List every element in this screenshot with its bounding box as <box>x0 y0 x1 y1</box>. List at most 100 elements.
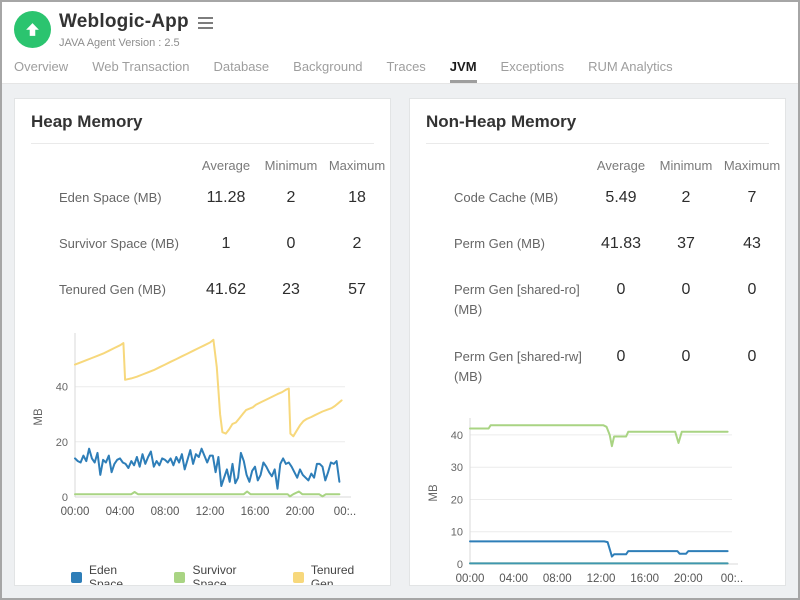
tab-traces[interactable]: Traces <box>387 59 426 83</box>
non-heap-memory-chart: 0 10 20 30 40 00:00 04:00 08:00 12:00 16:00 20:00 0… <box>426 414 769 586</box>
non-heap-memory-panel: Non-Heap Memory Average Minimum Maximum … <box>409 98 786 586</box>
tab-bar: Overview Web Transaction Database Backgr… <box>2 49 798 84</box>
metric-maximum: 7 <box>719 188 785 208</box>
metric-average: 5.49 <box>589 188 653 208</box>
legend-item-tenured-gen[interactable]: Tenured Gen <box>293 563 374 586</box>
heap-memory-panel: Heap Memory Average Minimum Maximum Eden… <box>14 98 391 586</box>
table-row: Perm Gen (MB) 41.83 37 43 <box>426 221 785 267</box>
svg-text:00:..: 00:.. <box>721 573 743 585</box>
metric-average: 41.62 <box>194 280 258 300</box>
metric-minimum: 37 <box>653 234 719 254</box>
metric-maximum: 0 <box>719 347 785 367</box>
column-header-average: Average <box>194 158 258 173</box>
divider <box>31 143 374 144</box>
svg-text:00:00: 00:00 <box>456 573 485 585</box>
legend-label: Tenured Gen <box>311 563 374 586</box>
app-window: Weblogic-App JAVA Agent Version : 2.5 Ov… <box>0 0 800 600</box>
legend-item-eden-space[interactable]: Eden Space <box>71 563 148 586</box>
svg-text:30: 30 <box>451 462 463 474</box>
column-header-minimum: Minimum <box>258 158 324 173</box>
survivor-space-swatch <box>174 572 185 583</box>
divider <box>426 143 769 144</box>
metric-label: Perm Gen (MB) <box>426 234 589 254</box>
menu-icon[interactable] <box>198 15 213 29</box>
tab-jvm[interactable]: JVM <box>450 59 477 83</box>
svg-text:12:00: 12:00 <box>196 506 225 518</box>
status-up-icon <box>14 11 51 48</box>
svg-text:20: 20 <box>56 437 68 449</box>
metric-maximum: 57 <box>324 280 390 300</box>
svg-text:16:00: 16:00 <box>241 506 270 518</box>
metric-average: 41.83 <box>589 234 653 254</box>
legend-label: Eden Space <box>89 563 148 586</box>
metric-minimum: 23 <box>258 280 324 300</box>
metric-average: 0 <box>589 280 653 300</box>
legend-item-survivor-space[interactable]: Survivor Space <box>174 563 266 586</box>
tab-exceptions[interactable]: Exceptions <box>501 59 565 83</box>
table-row: Tenured Gen (MB) 41.62 23 57 <box>31 267 390 313</box>
metric-maximum: 0 <box>719 280 785 300</box>
tab-database[interactable]: Database <box>214 59 270 83</box>
metric-average: 1 <box>194 234 258 254</box>
non-heap-chart-canvas: 0 10 20 30 40 00:00 04:00 08:00 12:00 16:00 20:00 0… <box>426 414 752 586</box>
svg-text:0: 0 <box>457 559 463 571</box>
svg-text:04:00: 04:00 <box>106 506 135 518</box>
column-header-minimum: Minimum <box>653 158 719 173</box>
metric-label: Eden Space (MB) <box>31 188 194 208</box>
column-header-maximum: Maximum <box>719 158 785 173</box>
svg-text:08:00: 08:00 <box>151 506 180 518</box>
svg-text:00:..: 00:.. <box>334 506 356 518</box>
tab-web-transaction[interactable]: Web Transaction <box>92 59 189 83</box>
metric-average: 0 <box>589 347 653 367</box>
svg-text:20:00: 20:00 <box>286 506 315 518</box>
heap-metric-table: Average Minimum Maximum Eden Space (MB) … <box>31 150 390 313</box>
metric-minimum: 0 <box>653 280 719 300</box>
table-row: Perm Gen [shared-ro] (MB) 0 0 0 <box>426 267 785 333</box>
eden-space-swatch <box>71 572 82 583</box>
metric-maximum: 2 <box>324 234 390 254</box>
table-row: Eden Space (MB) 11.28 2 18 <box>31 175 390 221</box>
metric-minimum: 2 <box>653 188 719 208</box>
heap-memory-chart: 0 20 40 00:00 04:00 08:00 12:00 16:00 20:00 00:..… <box>31 327 374 523</box>
metric-minimum: 0 <box>653 347 719 367</box>
metric-minimum: 0 <box>258 234 324 254</box>
svg-text:08:00: 08:00 <box>543 573 572 585</box>
column-header-average: Average <box>589 158 653 173</box>
app-header: Weblogic-App JAVA Agent Version : 2.5 <box>2 2 798 49</box>
tab-background[interactable]: Background <box>293 59 362 83</box>
svg-text:16:00: 16:00 <box>630 573 659 585</box>
metric-label: Perm Gen [shared-ro] (MB) <box>426 280 589 320</box>
svg-text:40: 40 <box>451 430 463 442</box>
column-header-maximum: Maximum <box>324 158 390 173</box>
panel-title: Non-Heap Memory <box>426 112 769 132</box>
svg-text:20: 20 <box>451 494 463 506</box>
svg-text:MB: MB <box>33 408 45 426</box>
metric-label: Code Cache (MB) <box>426 188 589 208</box>
metric-maximum: 43 <box>719 234 785 254</box>
metric-label: Perm Gen [shared-rw] (MB) <box>426 347 589 387</box>
metric-maximum: 18 <box>324 188 390 208</box>
tab-rum-analytics[interactable]: RUM Analytics <box>588 59 673 83</box>
metric-minimum: 2 <box>258 188 324 208</box>
panel-title: Heap Memory <box>31 112 374 132</box>
heap-chart-legend: Eden Space Survivor Space Tenured Gen <box>71 563 374 586</box>
heap-chart-canvas: 0 20 40 00:00 04:00 08:00 12:00 16:00 20:00 00:..… <box>31 327 365 523</box>
metric-label: Tenured Gen (MB) <box>31 280 194 300</box>
table-row: Survivor Space (MB) 1 0 2 <box>31 221 390 267</box>
tenured-gen-swatch <box>293 572 304 583</box>
svg-text:20:00: 20:00 <box>674 573 703 585</box>
content-area: Heap Memory Average Minimum Maximum Eden… <box>2 84 798 598</box>
svg-text:12:00: 12:00 <box>587 573 616 585</box>
table-row: Perm Gen [shared-rw] (MB) 0 0 0 <box>426 334 785 400</box>
svg-text:00:00: 00:00 <box>61 506 90 518</box>
up-arrow-icon <box>24 21 41 38</box>
agent-version-label: JAVA Agent Version : 2.5 <box>59 37 213 49</box>
svg-text:40: 40 <box>56 382 68 394</box>
svg-text:0: 0 <box>62 492 68 504</box>
non-heap-metric-table: Average Minimum Maximum Code Cache (MB) … <box>426 150 785 400</box>
page-title: Weblogic-App <box>59 11 189 33</box>
tab-overview[interactable]: Overview <box>14 59 68 83</box>
svg-text:10: 10 <box>451 527 463 539</box>
svg-text:04:00: 04:00 <box>499 573 528 585</box>
svg-text:MB: MB <box>428 484 440 502</box>
